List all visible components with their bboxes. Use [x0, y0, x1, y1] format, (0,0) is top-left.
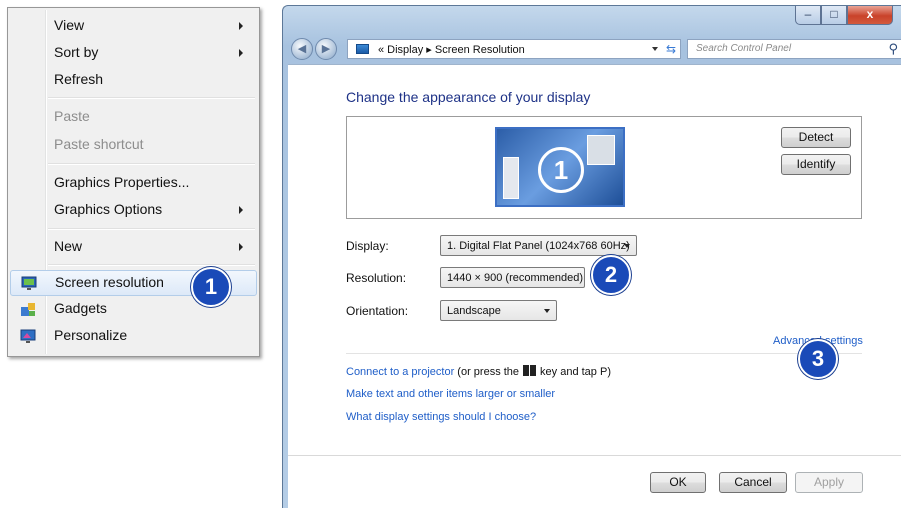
menu-separator [48, 264, 255, 266]
screen-resolution-icon [21, 276, 37, 291]
display-help-link[interactable]: What display settings should I choose? [346, 411, 536, 423]
address-dropdown-icon[interactable] [652, 47, 658, 51]
display-select[interactable]: 1. Digital Flat Panel (1024x768 60Hz) [440, 235, 637, 256]
maximize-button[interactable]: □ [821, 6, 847, 25]
search-input[interactable]: Search Control Panel ⚲ [687, 39, 901, 59]
menu-item-refresh[interactable]: Refresh [10, 67, 257, 93]
close-button[interactable]: x [847, 6, 893, 25]
divider [346, 353, 862, 354]
orientation-label: Orientation: [346, 304, 409, 318]
menu-item-label: Paste shortcut [54, 136, 144, 152]
menu-item-new[interactable]: New [10, 234, 257, 260]
menu-item-label: Refresh [54, 71, 104, 87]
menu-separator [48, 97, 255, 99]
windows-key-icon [523, 365, 537, 376]
submenu-arrow-icon [239, 49, 243, 57]
chevron-down-icon [544, 309, 550, 313]
page-title: Change the appearance of your display [346, 89, 591, 105]
gadgets-icon [20, 302, 36, 317]
window-caption-buttons: – □ x [795, 6, 893, 28]
apply-button: Apply [795, 472, 863, 493]
projector-row: Connect to a projector (or press the key … [346, 365, 611, 378]
breadcrumb[interactable]: « Display ▸ Screen Resolution [378, 43, 525, 56]
menu-item-label: Graphics Options [54, 201, 163, 217]
resolution-label: Resolution: [346, 271, 407, 285]
screen-resolution-window: – □ x ◀ ▶ « Display ▸ Screen Resolution … [282, 5, 901, 508]
window-thumbnail [503, 157, 519, 199]
submenu-arrow-icon [239, 243, 243, 251]
projector-hint-text-end: key and tap P) [540, 366, 611, 378]
menu-item-label: View [54, 17, 85, 33]
forward-button[interactable]: ▶ [315, 38, 337, 60]
chevron-down-icon [624, 244, 630, 248]
submenu-arrow-icon [239, 22, 243, 30]
display-value: 1. Digital Flat Panel (1024x768 60Hz) [447, 240, 630, 252]
submenu-arrow-icon [239, 206, 243, 214]
callout-badge-2: 2 [591, 255, 631, 295]
menu-item-label: Gadgets [54, 300, 107, 316]
search-icon[interactable]: ⚲ [888, 41, 898, 57]
menu-item-personalize[interactable]: Personalize [10, 324, 257, 350]
detect-button[interactable]: Detect [781, 127, 851, 148]
personalize-icon [20, 329, 36, 344]
orientation-value: Landscape [447, 305, 501, 317]
menu-item-graphics-properties[interactable]: Graphics Properties... [10, 170, 257, 196]
menu-item-label: Personalize [54, 327, 128, 343]
refresh-icon[interactable]: ⇆ [666, 42, 676, 56]
navigation-bar: ◀ ▶ « Display ▸ Screen Resolution ⇆ Sear… [283, 28, 901, 64]
orientation-select[interactable]: Landscape [440, 300, 557, 321]
dialog-footer-divider [288, 455, 901, 456]
menu-item-label: New [54, 238, 83, 254]
resolution-value: 1440 × 900 (recommended) [447, 272, 584, 284]
menu-item-paste: Paste [10, 104, 257, 130]
search-placeholder: Search Control Panel [696, 43, 792, 54]
menu-item-paste-shortcut: Paste shortcut [10, 132, 257, 158]
text-size-link[interactable]: Make text and other items larger or smal… [346, 388, 555, 400]
address-bar[interactable]: « Display ▸ Screen Resolution ⇆ [347, 39, 681, 59]
menu-item-view[interactable]: View [10, 13, 257, 39]
menu-item-sort-by[interactable]: Sort by [10, 40, 257, 66]
monitor-1-preview[interactable]: 1 [495, 127, 625, 207]
menu-item-label: Sort by [54, 44, 99, 60]
menu-item-label: Paste [54, 108, 90, 124]
control-panel-icon [356, 44, 369, 54]
connect-projector-link[interactable]: Connect to a projector [346, 366, 454, 378]
cancel-button[interactable]: Cancel [719, 472, 787, 493]
menu-item-label: Screen resolution [55, 274, 164, 290]
minimize-button[interactable]: – [795, 6, 821, 25]
identify-button[interactable]: Identify [781, 154, 851, 175]
window-thumbnail [587, 135, 615, 165]
menu-separator [48, 163, 255, 165]
menu-item-label: Graphics Properties... [54, 174, 190, 190]
monitor-preview-area: 1 Detect Identify [346, 116, 862, 219]
ok-button[interactable]: OK [650, 472, 706, 493]
resolution-select[interactable]: 1440 × 900 (recommended) [440, 267, 585, 288]
callout-badge-1: 1 [191, 267, 231, 307]
menu-item-graphics-options[interactable]: Graphics Options [10, 197, 257, 223]
display-label: Display: [346, 239, 389, 253]
back-button[interactable]: ◀ [291, 38, 313, 60]
projector-hint-text: (or press the [457, 366, 520, 378]
callout-badge-3: 3 [798, 339, 838, 379]
monitor-number: 1 [538, 147, 584, 193]
desktop-context-menu: View Sort by Refresh Paste Paste shortcu… [7, 7, 260, 357]
menu-separator [48, 228, 255, 230]
